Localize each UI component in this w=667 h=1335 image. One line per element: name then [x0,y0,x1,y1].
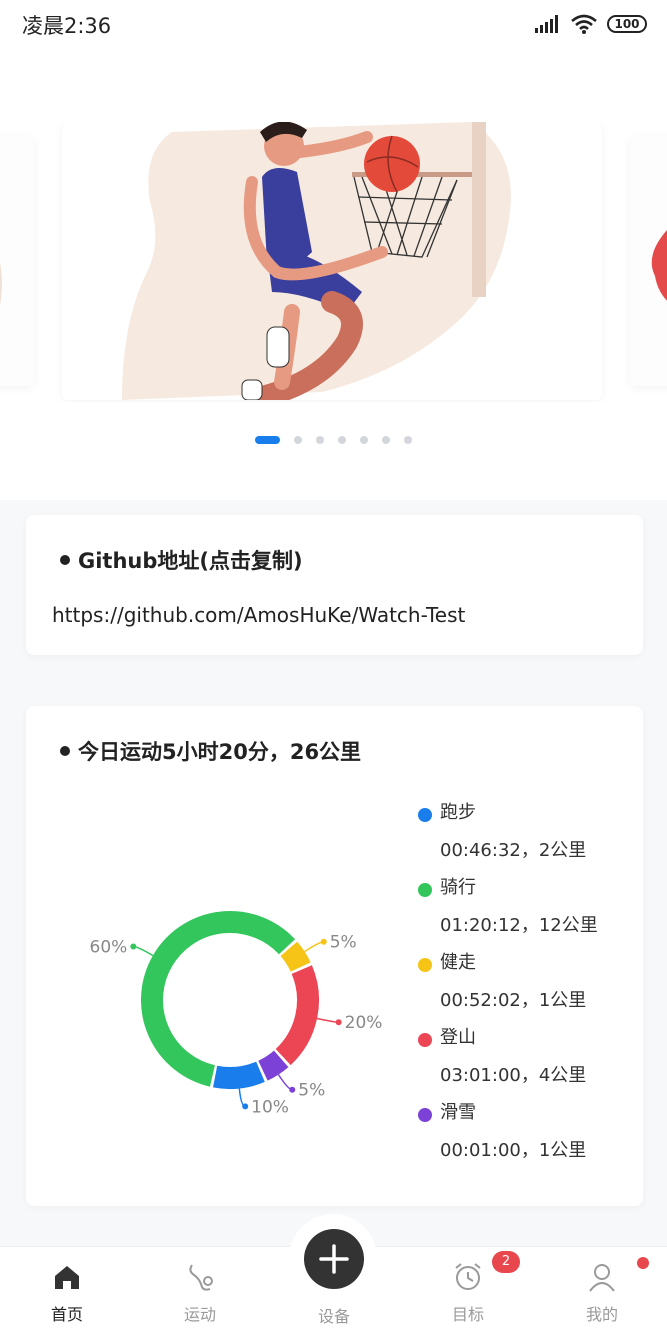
donut-leader-dot-0 [130,943,137,950]
donut-label-0: 60% [90,938,128,958]
status-time: 凌晨2:36 [22,14,112,38]
legend-detail: 00:46:32，2公里 [440,840,587,861]
add-device-button-wrap [289,1214,377,1302]
carousel-dot[interactable] [338,436,346,444]
status-bar: 凌晨2:36 100 [0,0,667,50]
tab-label: 我的 [585,1305,618,1324]
legend-name: 健走 [440,952,476,973]
legend-item-running: 跑步 00:46:32，2公里 [418,794,638,869]
carousel-slide-basketball[interactable] [62,122,602,400]
add-device-button[interactable] [304,1229,364,1289]
github-url[interactable]: https://github.com/AmosHuKe/Watch-Test [52,603,465,627]
tab-profile[interactable]: 我的 [562,1247,642,1335]
run-icon [189,1264,213,1291]
tab-label: 目标 [451,1305,484,1324]
legend-dot-running [418,808,432,822]
sport-title-text: 今日运动5小时20分，26公里 [78,740,362,764]
sport-donut-chart: 60% 5% 20% 5% 10% [90,911,383,1117]
profile-notification-dot [637,1257,649,1269]
legend-item-skiing: 滑雪 00:01:00，1公里 [418,1094,638,1169]
carousel-dot[interactable] [316,436,324,444]
legend-detail: 01:20:12，12公里 [440,915,598,936]
legend-dot-cycling [418,883,432,897]
user-icon [589,1264,615,1292]
chart-legend: 跑步 00:46:32，2公里 骑行 01:20:12，12公里 健走 00:5… [418,794,638,1169]
legend-name: 跑步 [440,802,476,823]
wifi-icon [571,14,597,34]
bullet-icon [60,555,70,565]
donut-slice-2 [275,965,319,1066]
bullet-icon [60,746,70,756]
carousel-slide-prev[interactable] [0,136,34,386]
tab-label: 设备 [317,1307,350,1326]
donut-leader-2 [316,1017,339,1023]
legend-item-walking: 健走 00:52:02，1公里 [418,944,638,1019]
donut-leader-3 [277,1074,293,1091]
status-icons: 100 [535,10,647,38]
carousel-dot[interactable] [294,436,302,444]
alarm-icon [455,1263,481,1290]
legend-dot-hiking [418,1033,432,1047]
signal-icon [535,15,558,33]
donut-label-4: 10% [251,1097,289,1117]
tab-label: 运动 [183,1305,216,1324]
carousel-dot[interactable] [360,436,368,444]
carousel-slide-next[interactable] [630,136,667,386]
donut-leader-dot-2 [335,1019,342,1026]
home-icon [55,1266,79,1289]
add-icon [319,1244,349,1274]
legend-name: 登山 [440,1027,476,1048]
donut-slice-3 [257,1050,289,1081]
carousel-dot-active[interactable] [255,436,280,444]
donut-label-1: 5% [330,933,357,953]
donut-leader-dot-3 [289,1086,296,1093]
legend-name: 骑行 [440,877,476,898]
donut-leader-0 [133,945,154,957]
today-sport-card: 今日运动5小时20分，26公里 60% 5% 20% 5% 10% 跑步 00:46:3… [26,706,643,1206]
tab-sport[interactable]: 运动 [160,1247,240,1335]
donut-label-3: 5% [298,1081,325,1101]
legend-dot-skiing [418,1108,432,1122]
donut-leader-dot-4 [242,1103,249,1110]
goal-badge: 2 [492,1251,520,1273]
donut-label-2: 20% [345,1013,383,1033]
donut-slice-4 [213,1061,265,1089]
tab-home[interactable]: 首页 [27,1247,107,1335]
github-card[interactable]: Github地址(点击复制) https://github.com/AmosHu… [26,515,643,655]
legend-item-hiking: 登山 03:01:00，4公里 [418,1019,638,1094]
github-title-text: Github地址(点击复制) [78,549,303,573]
legend-name: 滑雪 [440,1102,476,1123]
banner-carousel[interactable] [0,122,667,402]
sport-card-title: 今日运动5小时20分，26公里 [60,736,361,766]
carousel-dot[interactable] [404,436,412,444]
donut-leader-dot-1 [320,938,327,945]
carousel-dot[interactable] [382,436,390,444]
legend-detail: 00:01:00，1公里 [440,1140,587,1161]
legend-item-cycling: 骑行 01:20:12，12公里 [418,869,638,944]
donut-slice-1 [280,941,311,973]
legend-dot-walking [418,958,432,972]
tab-label: 首页 [50,1305,83,1324]
donut-leader-1 [304,940,324,953]
carousel-indicator [0,436,667,444]
battery-icon: 100 [607,15,647,33]
legend-detail: 00:52:02，1公里 [440,990,587,1011]
donut-slice-0 [141,911,296,1087]
github-card-title: Github地址(点击复制) [60,545,303,575]
legend-detail: 03:01:00，4公里 [440,1065,587,1086]
basketball-player-illustration [122,122,511,400]
